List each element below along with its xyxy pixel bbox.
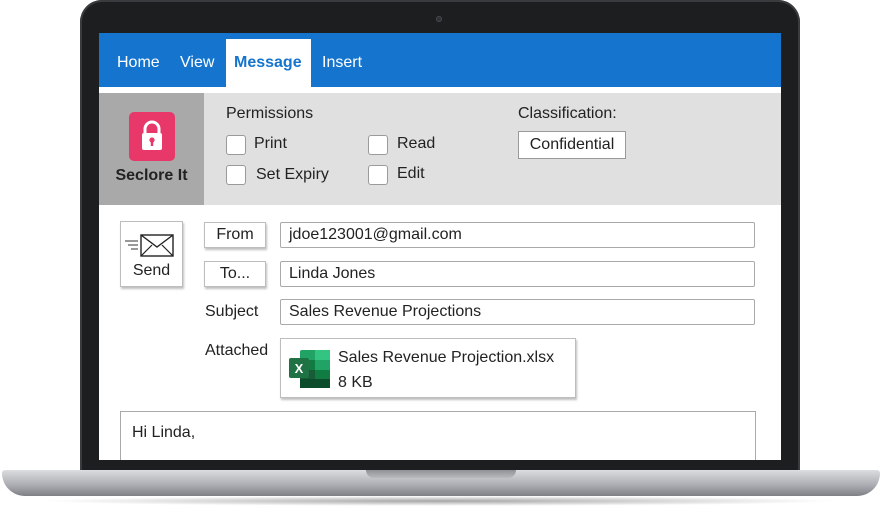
checkbox-set-expiry[interactable] (226, 165, 246, 185)
tab-view[interactable]: View (172, 39, 222, 87)
excel-icon: X (289, 350, 330, 388)
checkbox-read-label: Read (397, 135, 436, 152)
checkbox-edit[interactable] (368, 165, 388, 185)
tab-message[interactable]: Message (226, 39, 311, 87)
checkbox-print-label: Print (254, 135, 287, 152)
ribbon-tab-bar: Home View Message Insert (99, 33, 781, 87)
laptop-notch (366, 470, 516, 478)
tab-home[interactable]: Home (109, 39, 168, 87)
from-button[interactable]: From (204, 222, 266, 248)
lock-icon (129, 112, 175, 161)
laptop-shadow (40, 496, 840, 506)
checkbox-edit-label: Edit (397, 165, 425, 182)
permissions-title: Permissions (226, 105, 314, 122)
webcam (436, 16, 442, 22)
to-field[interactable]: Linda Jones (280, 261, 755, 287)
seclore-it-label: Seclore It (115, 167, 188, 184)
checkbox-set-expiry-label: Set Expiry (256, 166, 329, 183)
tab-insert[interactable]: Insert (314, 39, 370, 87)
attachment-size: 8 KB (338, 374, 373, 391)
checkbox-print[interactable] (226, 135, 246, 155)
subject-field[interactable]: Sales Revenue Projections (280, 299, 755, 325)
checkbox-read[interactable] (368, 135, 388, 155)
classification-title: Classification: (518, 105, 617, 122)
svg-text:X: X (295, 361, 304, 376)
mail-compose-window: Home View Message Insert Seclore It Perm… (99, 33, 781, 460)
subject-label: Subject (205, 303, 259, 320)
send-button[interactable]: Send (120, 221, 183, 287)
ribbon-panel: Seclore It Permissions Print Set Expiry … (99, 93, 781, 205)
classification-dropdown[interactable]: Confidential (518, 131, 626, 159)
seclore-it-button[interactable]: Seclore It (99, 93, 204, 205)
attached-label: Attached (205, 342, 269, 359)
envelope-icon (125, 234, 174, 257)
send-label: Send (132, 262, 171, 279)
to-button[interactable]: To... (204, 261, 266, 287)
message-body[interactable]: Hi Linda, (120, 411, 756, 460)
from-field[interactable]: jdoe123001@gmail.com (280, 222, 755, 248)
attachment-name: Sales Revenue Projection.xlsx (338, 349, 555, 366)
attachment-item[interactable]: X Sales Revenue Projection.xlsx 8 KB (280, 338, 576, 398)
